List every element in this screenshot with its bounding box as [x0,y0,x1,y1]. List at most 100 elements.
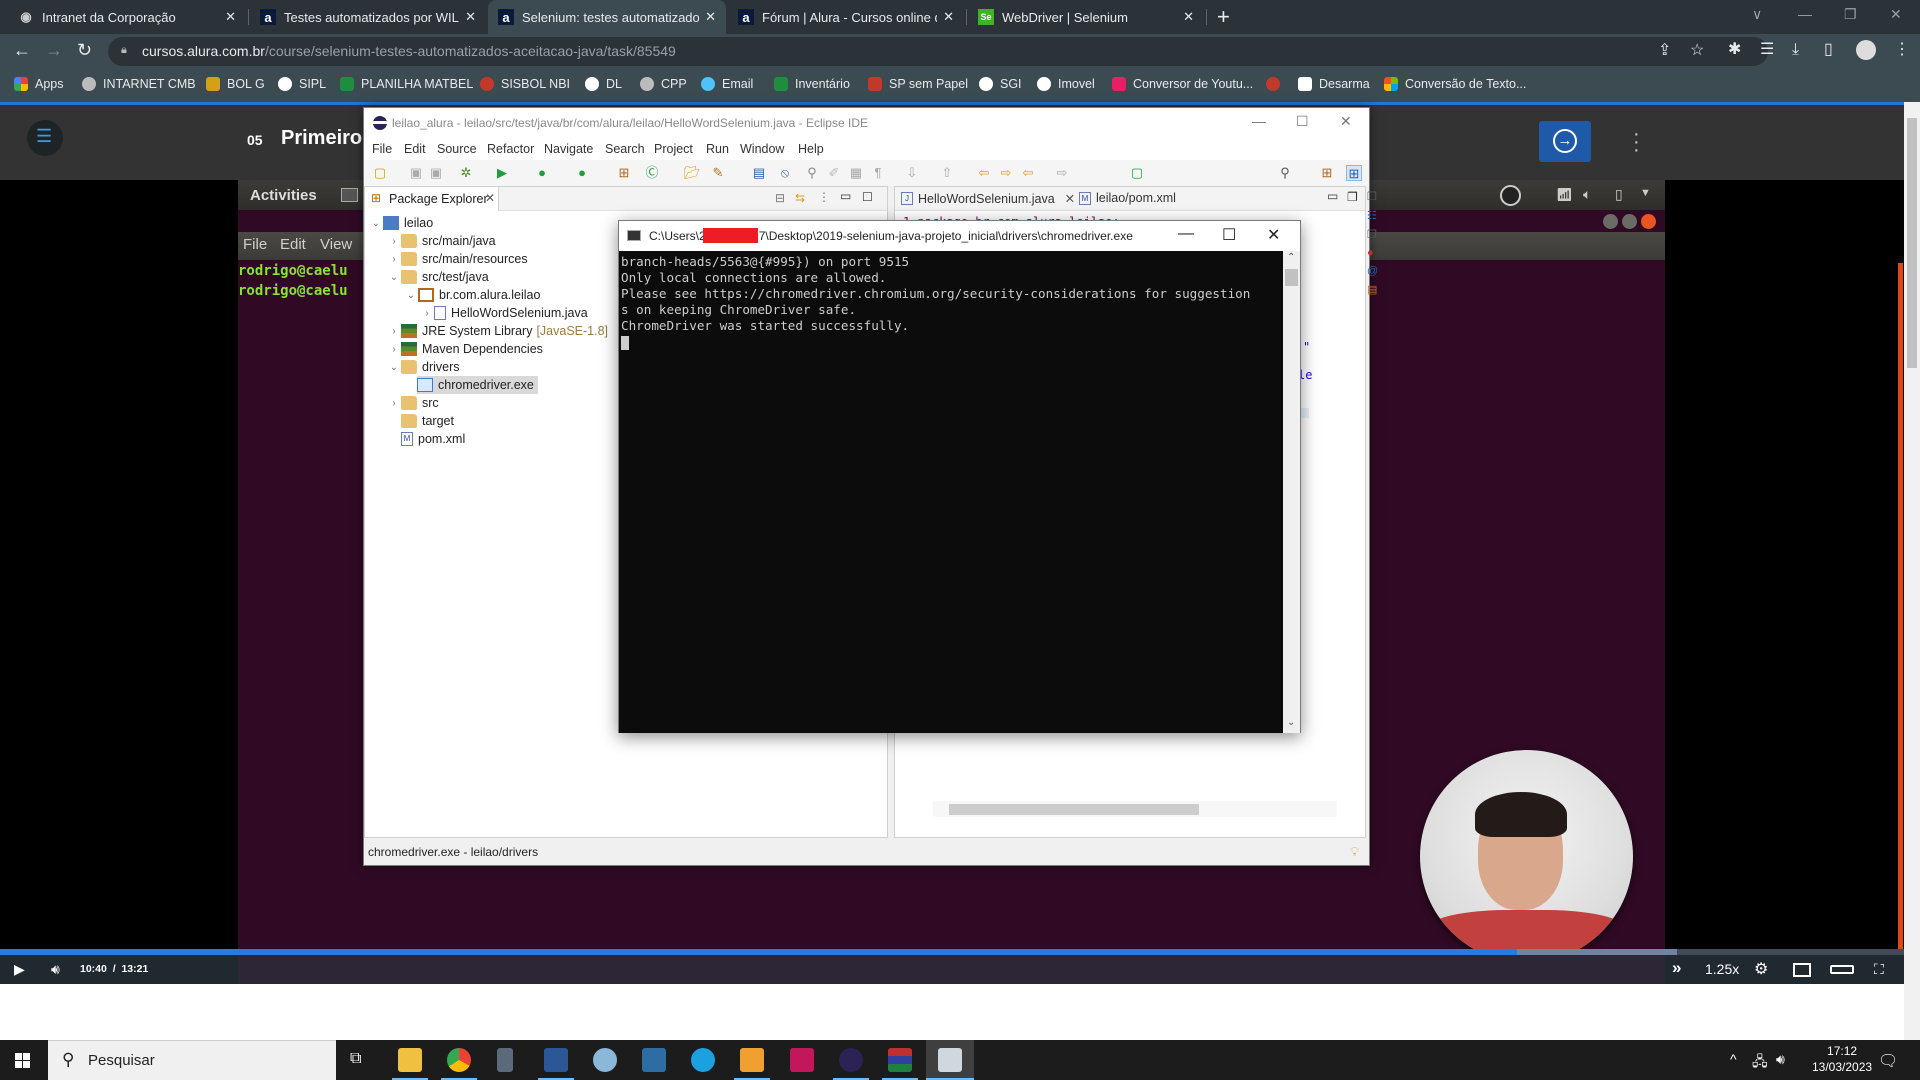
bookmark-emblem[interactable] [1266,77,1287,91]
chevron-down-icon[interactable]: ⌄ [404,290,418,301]
new-package-icon[interactable]: ⊞ [616,165,632,181]
browser-tab-webdriver[interactable]: Se WebDriver | Selenium ✕ [968,0,1204,34]
whitespace-icon[interactable]: ¶ [870,165,886,181]
share-icon[interactable]: ⇪ [1658,43,1671,59]
menu-window[interactable]: Window [740,142,784,156]
taskbar-clock[interactable]: 17:12 13/03/2023 [1812,1043,1872,1075]
editor-horizontal-scrollbar[interactable] [933,801,1337,817]
tree-item-target[interactable]: target [401,412,454,430]
next-annotation-icon[interactable]: ⇩ [904,165,920,181]
editor-tab-pom[interactable]: Mleilao/pom.xml [1079,191,1176,205]
prev-annotation-icon[interactable]: ⇧ [939,165,955,181]
new-class-icon[interactable]: Ⓒ [644,165,660,181]
chrome-icon[interactable] [447,1048,471,1072]
open-type-icon[interactable]: 📂︎ [684,165,701,181]
edit-icon[interactable]: ✐ [826,165,842,181]
pin-editor-icon[interactable]: ▢ [1129,165,1145,181]
bookmark-conversor-youtube[interactable]: Conversor de Youtu... [1112,77,1253,91]
new-icon[interactable]: ▢ [372,165,388,181]
bookmark-desarma[interactable]: Desarma [1298,77,1370,91]
bookmark-inventario[interactable]: Inventário [774,77,850,91]
chevron-right-icon[interactable]: › [387,398,401,409]
chrome-menu-icon[interactable]: ⋮ [1894,42,1910,58]
next-edit-icon[interactable]: ⇨ [998,165,1014,181]
tree-item-chromedriver-selected[interactable]: chromedriver.exe [417,376,538,394]
coverage-icon[interactable]: ● [534,165,550,181]
declaration-icon[interactable]: ▤ [1367,283,1377,296]
maximize-view-icon[interactable]: ☐ [862,190,873,204]
run-icon[interactable]: ▶ [494,165,510,181]
playback-speed[interactable]: 1.25x [1705,961,1739,977]
restore-icon[interactable]: ❐ [1367,228,1377,241]
bookmark-dl[interactable]: DL [585,77,622,91]
close-icon[interactable]: ✕ [1267,225,1280,245]
back-nav-icon[interactable]: ⇦ [1020,165,1036,181]
settings-gear-icon[interactable]: ⚙ [1754,959,1768,979]
tree-item-src-main-java[interactable]: › src/main/java [387,232,496,250]
menu-navigate[interactable]: Navigate [544,142,593,156]
scrollbar-thumb[interactable] [1285,269,1298,286]
menu-edit[interactable]: Edit [404,142,426,156]
bookmark-cpp[interactable]: CPP [640,77,687,91]
save-icon[interactable]: ▣ [408,165,424,181]
restore-icon[interactable]: ❐ [1844,6,1857,23]
winrar-icon[interactable] [888,1048,912,1072]
restore-editor-icon[interactable]: ❐ [1347,190,1358,204]
lightbulb-icon[interactable]: 💡︎ [1350,844,1359,860]
bookmark-email[interactable]: Email [701,77,753,91]
close-tab-icon[interactable]: ✕ [1183,9,1194,25]
chevron-right-icon[interactable]: › [387,344,401,355]
tree-item-src[interactable]: › src [387,394,439,412]
extensions-icon[interactable]: ✱ [1728,42,1741,58]
paint-icon[interactable] [593,1048,617,1072]
chevron-right-icon[interactable]: › [387,254,401,265]
volume-icon[interactable]: 🔊︎ [1776,1051,1785,1068]
reload-icon[interactable]: ↻ [77,41,92,59]
close-tab-icon[interactable]: ✕ [465,9,476,25]
browser-tab-selenium-active[interactable]: a Selenium: testes automatizados d ✕ [488,0,726,34]
bookmark-sipl[interactable]: SIPL [278,77,326,91]
start-button[interactable] [0,1040,46,1080]
network-app-icon[interactable] [642,1048,666,1072]
bookmark-sp-sem-papel[interactable]: SP sem Papel [868,77,968,91]
sidebar-toggle-button[interactable]: ☰ [27,120,63,156]
block-select-icon[interactable]: ▦ [848,165,864,181]
editor-tab-hellowordselenium[interactable]: J HelloWordSelenium.java ✕ [901,191,1075,206]
minimize-icon[interactable]: — [1252,113,1266,129]
chevron-down-icon[interactable]: ⌄ [387,362,401,373]
collapse-all-icon[interactable]: ⊟ [775,191,785,205]
java-perspective-icon[interactable]: ⊞ [1346,165,1362,181]
file-explorer-icon[interactable] [398,1048,422,1072]
menu-help[interactable]: Help [798,142,824,156]
bookmark-intarnet-cmb[interactable]: INTARNET CMB [82,77,196,91]
calculator-icon[interactable] [497,1048,513,1072]
chevron-right-icon[interactable]: › [387,236,401,247]
reading-list-icon[interactable]: ☰ [1760,42,1774,58]
search-tool-icon[interactable]: ✎ [710,165,726,181]
chevron-right-icon[interactable]: › [420,308,434,319]
menu-run[interactable]: Run [706,142,729,156]
scroll-up-icon[interactable]: ⌃ [1287,252,1295,263]
tree-item-pom[interactable]: Mpom.xml [401,430,465,448]
new-tab-button[interactable]: + [1217,4,1230,30]
view-menu-icon[interactable]: ⋮ [818,190,830,204]
close-tab-icon[interactable]: ✕ [225,9,236,25]
tree-item-src-main-resources[interactable]: › src/main/resources [387,250,528,268]
maximize-icon[interactable]: ☐ [1296,113,1309,130]
outlook-icon[interactable] [740,1048,764,1072]
close-tab-icon[interactable]: ✕ [705,9,716,25]
search-icon[interactable]: ⚲ [1277,165,1293,181]
bookmark-sgi[interactable]: SGI [979,77,1022,91]
tab-search-icon[interactable]: ∨ [1752,6,1762,23]
mark-occurrences-icon[interactable]: ⚲ [804,165,820,181]
chevron-down-icon[interactable]: ⌄ [369,218,383,229]
skip-forward-icon[interactable]: » [1672,958,1681,978]
maximize-icon[interactable]: ☐ [1222,225,1236,245]
minimize-icon[interactable]: — [1178,225,1194,243]
close-icon[interactable]: ✕ [1340,113,1352,130]
tree-item-src-test-java[interactable]: ⌄ src/test/java [387,268,489,286]
javadoc-icon[interactable]: @ [1367,265,1378,277]
package-explorer-tab[interactable]: ⊞ Package Explorer ✕ [365,187,499,211]
back-icon[interactable]: ← [13,41,31,59]
taskbar-search[interactable]: ⚲ Pesquisar [48,1040,336,1080]
